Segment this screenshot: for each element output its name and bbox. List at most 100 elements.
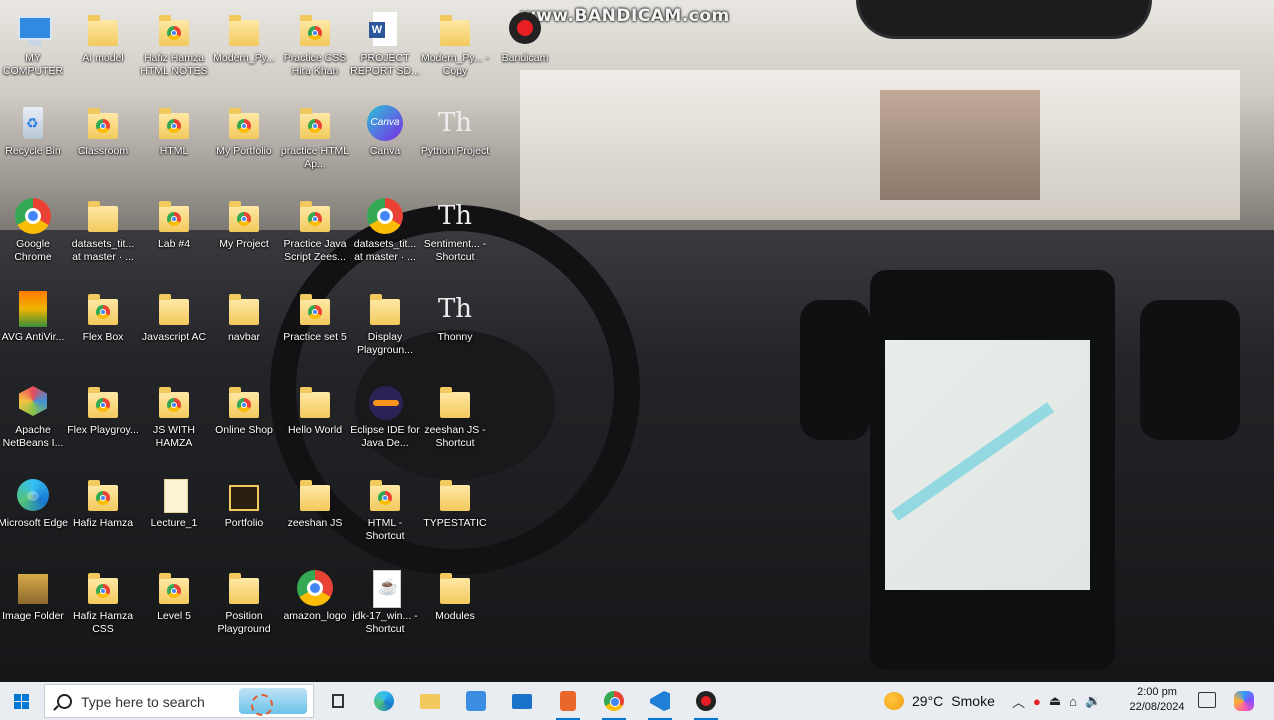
desktop-icon[interactable]: Level 5: [138, 570, 210, 623]
desktop-icon[interactable]: navbar: [208, 291, 280, 344]
store-icon: [466, 691, 486, 711]
desktop-icon[interactable]: AI model: [67, 12, 139, 65]
desktop-icon[interactable]: Classroom: [67, 105, 139, 158]
desktop-icon[interactable]: Canva Canva: [349, 105, 421, 158]
desktop-icon-label: datasets_tit... at master · ...: [353, 238, 417, 263]
desktop-icon[interactable]: Modern_Py...: [208, 12, 280, 65]
desktop-icon[interactable]: HTML: [138, 105, 210, 158]
network-icon[interactable]: ⌂: [1069, 694, 1077, 709]
volume-icon[interactable]: 🔉: [1085, 693, 1101, 709]
clock-date: 22/08/2024: [1129, 701, 1185, 713]
desktop-icon[interactable]: zeeshan JS - Shortcut: [419, 384, 491, 450]
desktop-icon-label: Hafiz Hamza HTML NOTES: [140, 52, 208, 77]
desktop-icon-label: datasets_tit... at master · ...: [71, 238, 135, 263]
desktop-icon[interactable]: Practice Java Script Zees...: [279, 198, 351, 264]
desktop-icon[interactable]: Portfolio: [208, 477, 280, 530]
chrome-folder-icon: [85, 105, 121, 143]
taskbar-vscode[interactable]: [640, 685, 680, 720]
taskbar-search-box[interactable]: Type here to search: [44, 684, 314, 718]
vscode-icon: [650, 691, 670, 711]
desktop-icon[interactable]: Flex Box: [67, 291, 139, 344]
taskbar-clock[interactable]: 2:00 pm 22/08/2024: [1124, 685, 1190, 715]
chrome-icon: [604, 691, 624, 711]
desktop-icon[interactable]: Lab #4: [138, 198, 210, 251]
desktop-icon[interactable]: PROJECT REPORT SD...: [349, 12, 421, 78]
desktop-icon[interactable]: Google Chrome: [0, 198, 69, 264]
start-button[interactable]: [0, 682, 44, 720]
chrome-icon: [15, 198, 51, 236]
copilot-icon[interactable]: [1234, 691, 1254, 711]
desktop-icon[interactable]: JS WITH HAMZA: [138, 384, 210, 450]
notifications-icon[interactable]: [1198, 692, 1216, 708]
desktop-icon-label: JS WITH HAMZA: [153, 424, 195, 449]
task-view-button[interactable]: [318, 685, 358, 717]
desktop-icon[interactable]: Flex Playgroy...: [67, 384, 139, 437]
desktop-icon[interactable]: Display Playgroun...: [349, 291, 421, 357]
eclipse-icon: [367, 384, 403, 422]
desktop-icon[interactable]: Position Playground: [208, 570, 280, 636]
desktop-icon-label: Lecture_1: [150, 517, 198, 529]
desktop-icon[interactable]: Modules: [419, 570, 491, 623]
desktop-icon[interactable]: Bandicam: [489, 12, 561, 65]
taskbar-edge[interactable]: [364, 685, 404, 717]
desktop-icon[interactable]: Hafiz Hamza: [67, 477, 139, 530]
chrome-folder-icon: [297, 291, 333, 329]
desktop-icon[interactable]: HTML - Shortcut: [349, 477, 421, 543]
thonny-icon: Th: [437, 201, 473, 231]
taskbar-chrome[interactable]: [594, 685, 634, 720]
search-highlight-art: [239, 688, 307, 716]
desktop-icon[interactable]: Modern_Py... - Copy: [419, 12, 491, 78]
taskbar-store[interactable]: [456, 685, 496, 717]
desktop-icon[interactable]: Hafiz Hamza HTML NOTES: [138, 12, 210, 78]
desktop-icon[interactable]: My Portfolio: [208, 105, 280, 158]
desktop-icon[interactable]: datasets_tit... at master · ...: [349, 198, 421, 264]
desktop-icon[interactable]: Th Python Project: [419, 105, 491, 158]
desktop-icon-label: navbar: [227, 331, 261, 343]
desktop-icon-label: Python Project: [420, 145, 490, 157]
desktop-icon[interactable]: amazon_logo: [279, 570, 351, 623]
desktop-icon[interactable]: Hafiz Hamza CSS: [67, 570, 139, 636]
word-icon: [367, 12, 403, 50]
taskbar-file-explorer[interactable]: [410, 685, 450, 717]
desktop-icon-label: Canva: [369, 145, 401, 157]
desktop-icon[interactable]: practice HTML Ap...: [279, 105, 351, 171]
taskbar-xd[interactable]: [548, 685, 588, 720]
weather-widget[interactable]: 29°C Smoke: [884, 682, 995, 720]
desktop-icon[interactable]: Hello World: [279, 384, 351, 437]
desktop-icon[interactable]: datasets_tit... at master · ...: [67, 198, 139, 264]
desktop-icon[interactable]: AVG AntiVir...: [0, 291, 69, 344]
desktop-icon[interactable]: MY COMPUTER: [0, 12, 69, 78]
desktop-icon[interactable]: TYPESTATIC: [419, 477, 491, 530]
desktop-icon[interactable]: Online Shop: [208, 384, 280, 437]
taskbar-bandicam[interactable]: [686, 685, 726, 720]
chrome-icon: [367, 198, 403, 236]
desktop-icon-label: Classroom: [77, 145, 129, 157]
chrome-icon: [297, 570, 333, 608]
desktop-icon[interactable]: Image Folder: [0, 570, 69, 623]
folder-icon: [226, 12, 262, 50]
system-tray: ︿ ● ⏏ ⌂ 🔉: [1012, 682, 1101, 720]
desktop-icon-label: Apache NetBeans I...: [2, 424, 64, 449]
desktop-icon[interactable]: Practice CSS Hira Khan: [279, 12, 351, 78]
desktop-icon[interactable]: Javascript AC: [138, 291, 210, 344]
taskbar-mail[interactable]: [502, 685, 542, 717]
desktop-icon[interactable]: Microsoft Edge: [0, 477, 69, 530]
desktop-icon[interactable]: Apache NetBeans I...: [0, 384, 69, 450]
desktop-icon[interactable]: jdk-17_win... - Shortcut: [349, 570, 421, 636]
desktop-icon-label: Eclipse IDE for Java De...: [350, 424, 420, 449]
desktop-icon[interactable]: Lecture_1: [138, 477, 210, 530]
desktop-icon-label: Image Folder: [2, 610, 64, 622]
folder-icon: [437, 384, 473, 422]
chrome-folder-icon: [226, 198, 262, 236]
desktop-icon[interactable]: Eclipse IDE for Java De...: [349, 384, 421, 450]
desktop-icon[interactable]: Th Sentiment... - Shortcut: [419, 198, 491, 264]
desktop-icon[interactable]: Th Thonny: [419, 291, 491, 344]
bandicam-tray-icon[interactable]: ●: [1033, 694, 1041, 709]
chevron-up-icon[interactable]: ︿: [1012, 692, 1025, 711]
usb-icon[interactable]: ⏏: [1049, 693, 1061, 709]
desktop-icon[interactable]: zeeshan JS: [279, 477, 351, 530]
desktop-icon[interactable]: My Project: [208, 198, 280, 251]
desktop-icon[interactable]: Recycle Bin: [0, 105, 69, 158]
folder-icon: [297, 384, 333, 422]
desktop-icon[interactable]: Practice set 5: [279, 291, 351, 344]
